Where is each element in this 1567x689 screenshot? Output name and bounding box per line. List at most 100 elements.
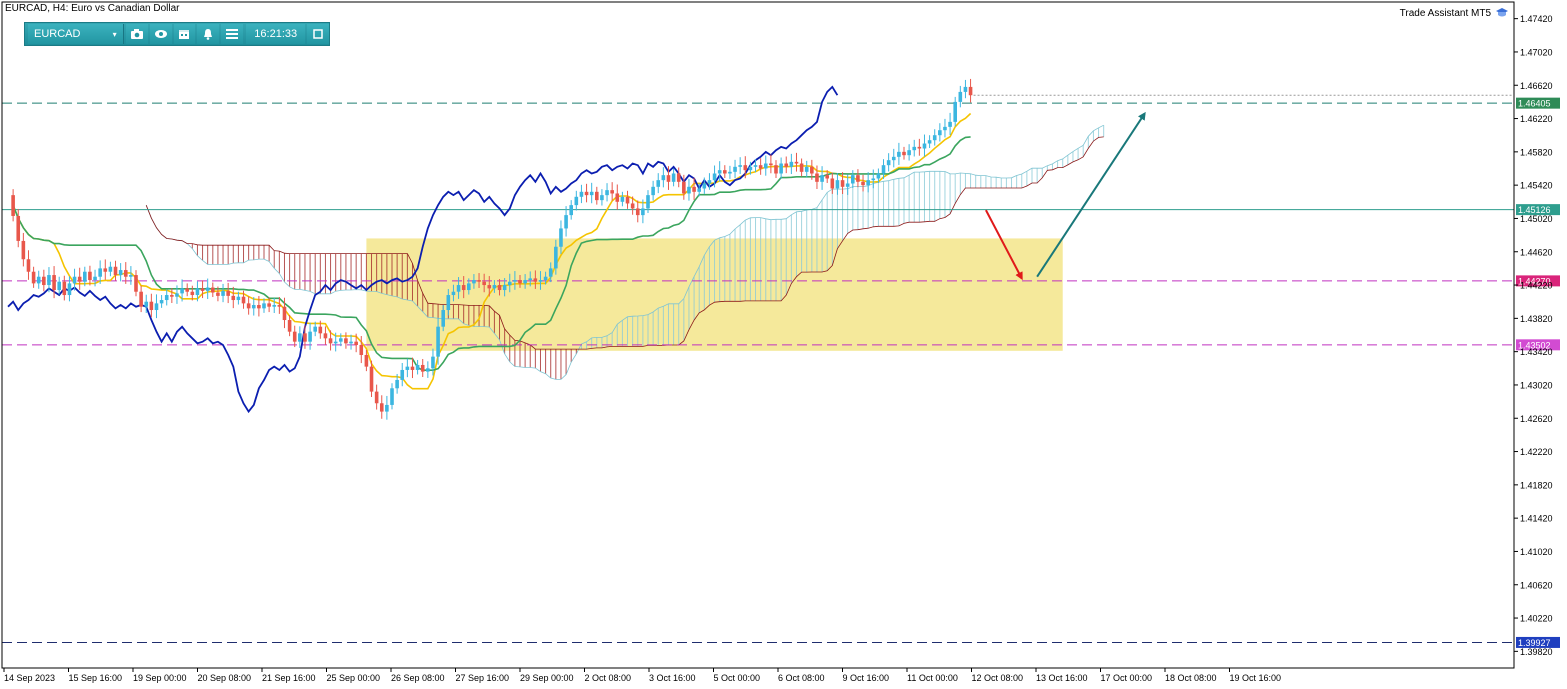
candle-body bbox=[891, 156, 896, 161]
candle-body bbox=[917, 146, 922, 149]
x-tick-label: 6 Oct 08:00 bbox=[778, 673, 825, 683]
candle-body bbox=[820, 175, 824, 182]
level-label: 1.46405 bbox=[1518, 99, 1551, 109]
candle-body bbox=[93, 276, 97, 281]
candle-body bbox=[763, 163, 768, 169]
candle-body bbox=[533, 278, 538, 282]
candle-body bbox=[318, 326, 323, 334]
candle-body bbox=[52, 275, 56, 291]
candle-body bbox=[897, 151, 901, 157]
candle-body bbox=[292, 331, 297, 342]
candle-body bbox=[175, 293, 179, 297]
y-tick-label: 1.43020 bbox=[1520, 380, 1553, 390]
x-tick-label: 25 Sep 00:00 bbox=[327, 673, 381, 683]
candle-body bbox=[584, 191, 589, 196]
y-tick-label: 1.42620 bbox=[1520, 414, 1553, 424]
candle-body bbox=[692, 186, 696, 192]
candle-body bbox=[769, 163, 773, 166]
candle-body bbox=[205, 287, 210, 291]
candle-body bbox=[876, 173, 881, 179]
candle-body bbox=[574, 196, 579, 206]
candle-body bbox=[272, 305, 277, 307]
candle-body bbox=[799, 163, 804, 172]
candle-body bbox=[308, 331, 312, 342]
up-arrow bbox=[1036, 111, 1146, 278]
candle-body bbox=[313, 326, 317, 332]
x-tick-label: 9 Oct 16:00 bbox=[843, 673, 890, 683]
candle-body bbox=[620, 196, 625, 202]
candle-body bbox=[523, 280, 527, 284]
candle-body bbox=[881, 165, 886, 174]
candle-body bbox=[589, 191, 594, 196]
candle-body bbox=[456, 285, 461, 292]
x-tick-label: 17 Oct 00:00 bbox=[1101, 673, 1153, 683]
candle-body bbox=[554, 246, 558, 269]
candle-body bbox=[630, 203, 635, 209]
candle-body bbox=[195, 288, 200, 296]
candle-body bbox=[303, 333, 307, 342]
y-tick-label: 1.46220 bbox=[1520, 114, 1553, 124]
candle-body bbox=[21, 240, 26, 260]
candle-body bbox=[733, 166, 737, 172]
candle-body bbox=[804, 166, 809, 172]
candle-body bbox=[344, 338, 348, 344]
candle-body bbox=[579, 191, 584, 197]
candle-body bbox=[420, 364, 425, 372]
x-tick-label: 18 Oct 08:00 bbox=[1165, 673, 1217, 683]
candle-body bbox=[615, 193, 620, 202]
candle-body bbox=[656, 180, 661, 187]
candle-body bbox=[154, 303, 159, 311]
x-tick-label: 29 Sep 00:00 bbox=[520, 673, 574, 683]
y-tick-label: 1.45020 bbox=[1520, 214, 1553, 224]
candle-body bbox=[528, 278, 533, 281]
candle-body bbox=[610, 190, 614, 194]
candle-body bbox=[482, 281, 486, 286]
candle-body bbox=[11, 195, 15, 216]
candle-body bbox=[62, 281, 67, 296]
candle-body bbox=[948, 121, 952, 127]
candle-body bbox=[886, 160, 891, 166]
candle-body bbox=[943, 126, 947, 131]
x-tick-label: 14 Sep 2023 bbox=[4, 673, 55, 683]
candle-body bbox=[339, 338, 343, 342]
candle-body bbox=[251, 305, 256, 309]
candle-body bbox=[164, 295, 169, 301]
candle-body bbox=[472, 280, 476, 284]
candle-body bbox=[646, 195, 650, 209]
candle-body bbox=[871, 178, 876, 181]
x-tick-label: 19 Sep 00:00 bbox=[133, 673, 187, 683]
candle-body bbox=[129, 275, 133, 277]
candle-body bbox=[815, 173, 819, 182]
candle-body bbox=[784, 163, 789, 167]
candle-body bbox=[31, 271, 36, 284]
candle-body bbox=[840, 180, 845, 187]
candle-body bbox=[922, 143, 927, 149]
candle-body bbox=[641, 208, 645, 216]
candle-body bbox=[72, 276, 77, 284]
candle-body bbox=[676, 173, 681, 182]
candle-body bbox=[758, 165, 763, 169]
candle-body bbox=[794, 161, 799, 164]
candle-body bbox=[661, 175, 666, 181]
candle-body bbox=[912, 146, 917, 151]
candle-body bbox=[835, 180, 840, 189]
candle-body bbox=[190, 291, 195, 296]
candle-body bbox=[282, 306, 287, 321]
y-tick-label: 1.41820 bbox=[1520, 480, 1553, 490]
candle-body bbox=[774, 165, 778, 174]
y-tick-label: 1.43820 bbox=[1520, 314, 1553, 324]
candle-body bbox=[968, 86, 973, 96]
x-tick-label: 13 Oct 16:00 bbox=[1036, 673, 1088, 683]
candle-body bbox=[139, 291, 143, 307]
candle-body bbox=[118, 270, 123, 276]
candle-body bbox=[257, 305, 261, 309]
candle-body bbox=[513, 280, 517, 282]
candle-body bbox=[845, 183, 850, 187]
candle-body bbox=[134, 275, 138, 292]
candle-body bbox=[390, 388, 394, 405]
candle-body bbox=[385, 404, 389, 412]
candle-body bbox=[436, 326, 440, 357]
price-chart[interactable]: 1.464051.451261.442701.435021.39927 1.47… bbox=[0, 0, 1567, 689]
candle-body bbox=[605, 190, 609, 196]
x-tick-label: 19 Oct 16:00 bbox=[1230, 673, 1282, 683]
